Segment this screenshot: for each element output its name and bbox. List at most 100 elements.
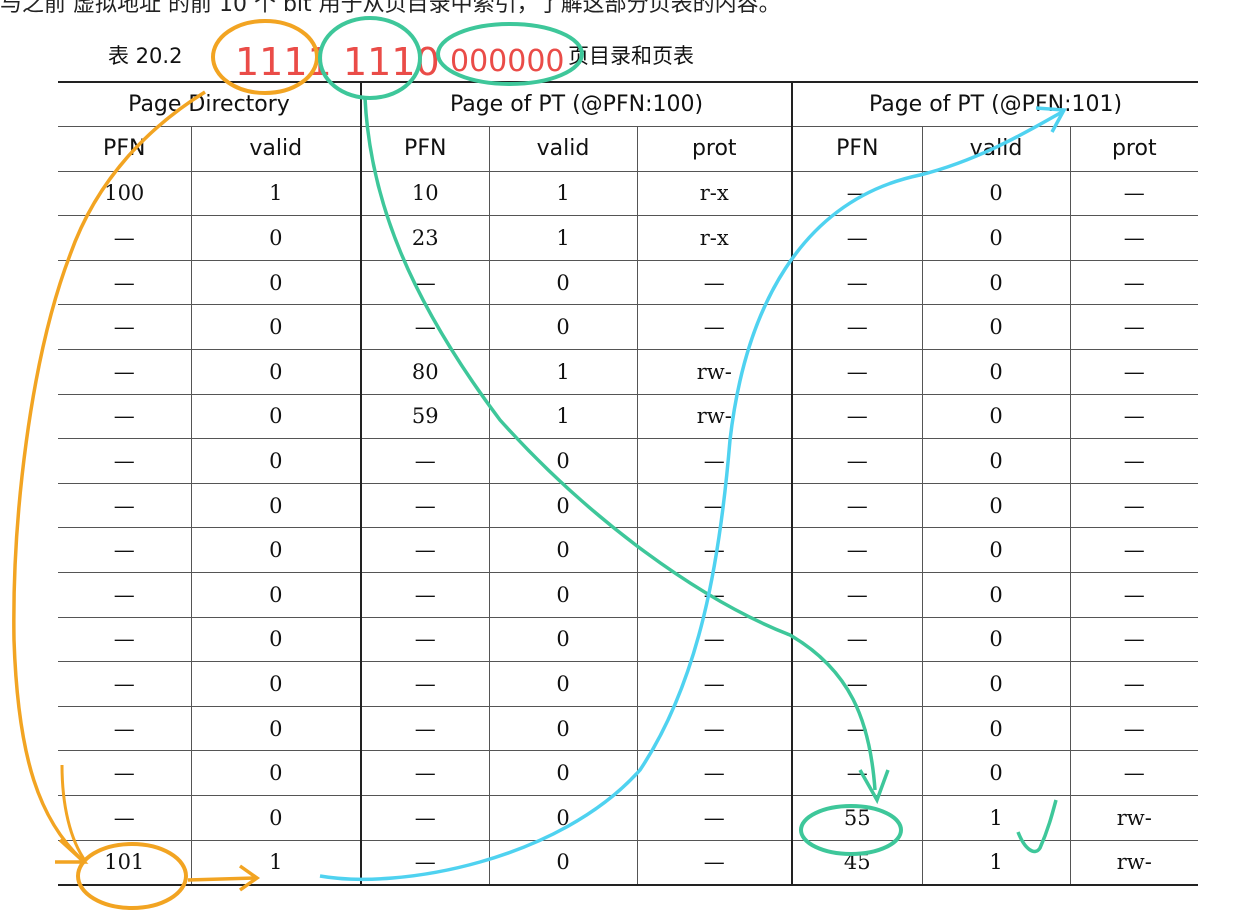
table-cell: — — [791, 260, 923, 306]
table-cell: — — [1069, 572, 1199, 618]
table-cell: — — [791, 750, 923, 796]
table-cell: — — [636, 438, 793, 484]
table-row: —0 59 1 rw- —0— — [58, 394, 1199, 440]
table-cell: 0 — [921, 661, 1071, 707]
table-cell: — — [791, 706, 923, 752]
table-cell: 0 — [921, 617, 1071, 663]
table-cell: 0 — [488, 795, 637, 841]
table-cell: 59 — [360, 394, 489, 440]
table-cell: 1 — [488, 349, 637, 395]
table-cell: 10 — [360, 171, 489, 217]
group-header-row: Page Directory Page of PT (@PFN:100) Pag… — [58, 81, 1199, 128]
table-cell: — — [58, 750, 191, 796]
table-cell: 0 — [921, 215, 1071, 261]
table-cell: 45 — [791, 840, 923, 886]
table-cell: 0 — [190, 215, 361, 261]
table-cell: 0 — [488, 483, 637, 529]
group-header-pt-100: Page of PT (@PFN:100) — [359, 81, 793, 128]
table-cell: — — [360, 661, 489, 707]
table-cell: 0 — [921, 483, 1071, 529]
table-cell: — — [58, 304, 191, 351]
table-cell: 100 — [58, 171, 191, 217]
table-cell: 1 — [488, 171, 637, 217]
table-row: —0—0— —0— — [58, 617, 1199, 663]
table-row: —0 80 1 rw- —0— — [58, 349, 1199, 395]
table-cell: 1 — [488, 215, 637, 261]
table-cell: — — [791, 483, 923, 529]
column-header: prot — [1069, 126, 1199, 172]
table-cell: — — [58, 349, 191, 395]
table-cell: 0 — [190, 438, 361, 484]
table-cell: — — [636, 260, 793, 306]
table-cell: — — [360, 527, 489, 574]
table-cell: — — [1069, 260, 1199, 306]
table-cell: — — [58, 527, 191, 574]
table-cell: — — [58, 617, 191, 663]
table-cell: 1 — [921, 840, 1071, 886]
table-cell: — — [1069, 527, 1199, 574]
table-row: —0—0—55 1 rw- — [58, 795, 1199, 841]
table-cell: 1 — [190, 840, 361, 886]
table-cell: — — [636, 527, 793, 574]
column-header-row: PFN valid PFN valid prot PFN valid prot — [58, 126, 1199, 172]
table-cell: — — [360, 617, 489, 663]
table-cell: — — [636, 483, 793, 529]
table-cell: r-x — [636, 215, 793, 261]
header-text: 与之前 虚拟地址 的前 10 个 bit 用于从页目录中索引，了解这部分页表的内… — [0, 0, 781, 16]
table-cell: — — [791, 617, 923, 663]
table-cell: — — [1069, 706, 1199, 752]
table-cell: — — [791, 572, 923, 618]
table-cell: 55 — [791, 795, 923, 841]
table-cell: — — [58, 661, 191, 707]
table-cell: 0 — [488, 706, 637, 752]
group-header-pt-101: Page of PT (@PFN:101) — [791, 81, 1199, 128]
table-cell: rw- — [1069, 840, 1199, 886]
table-cell: 0 — [921, 750, 1071, 796]
table-cell: 0 — [921, 304, 1071, 351]
table-cell: 1 — [488, 394, 637, 440]
table-cell: — — [791, 394, 923, 440]
table-cell: 0 — [190, 572, 361, 618]
table-cell: — — [791, 438, 923, 484]
table-cell: — — [1069, 304, 1199, 351]
table-row: —0—0— —0— — [58, 750, 1199, 796]
table-row: —0—0— —0— — [58, 438, 1199, 484]
table-cell: — — [1069, 394, 1199, 440]
table-row: 100 1 10 1 r-x —0— — [58, 171, 1199, 217]
column-header: PFN — [791, 126, 923, 172]
group-header-page-directory: Page Directory — [58, 81, 361, 128]
table-cell: 80 — [360, 349, 489, 395]
table-row: —0—0— —0— — [58, 706, 1199, 752]
table-cell: rw- — [1069, 795, 1199, 841]
table-row: —0—0— —0— — [58, 304, 1199, 351]
table-cell: 101 — [58, 840, 191, 886]
table-cell: 0 — [921, 572, 1071, 618]
table-cell: 0 — [190, 394, 361, 440]
table-row: —0—0— —0— — [58, 483, 1199, 529]
table-cell: — — [360, 260, 489, 306]
table-cell: 0 — [190, 349, 361, 395]
table-row: —0 23 1 r-x —0— — [58, 215, 1199, 261]
table-cell: 0 — [488, 527, 637, 574]
table-row: 101 1—0—45 1 rw- — [58, 840, 1199, 886]
table-cell: — — [360, 304, 489, 351]
table-cell: — — [1069, 438, 1199, 484]
table-cell: — — [791, 171, 923, 217]
table-cell: 0 — [488, 661, 637, 707]
table-row: —0—0— —0— — [58, 661, 1199, 707]
table-cell: — — [360, 840, 489, 886]
table-cell: — — [360, 750, 489, 796]
table-cell: — — [791, 527, 923, 574]
table-cell: — — [636, 304, 793, 351]
table-cell: — — [1069, 483, 1199, 529]
table-cell: 0 — [190, 527, 361, 574]
table-cell: — — [360, 795, 489, 841]
table-cell: — — [636, 572, 793, 618]
table-cell: rw- — [636, 394, 793, 440]
table-cell: 0 — [921, 260, 1071, 306]
table-cell: — — [360, 483, 489, 529]
table-cell: — — [636, 706, 793, 752]
table-cell: 0 — [190, 304, 361, 351]
caption-number: 表 20.2 — [108, 44, 183, 68]
table-cell: — — [58, 795, 191, 841]
